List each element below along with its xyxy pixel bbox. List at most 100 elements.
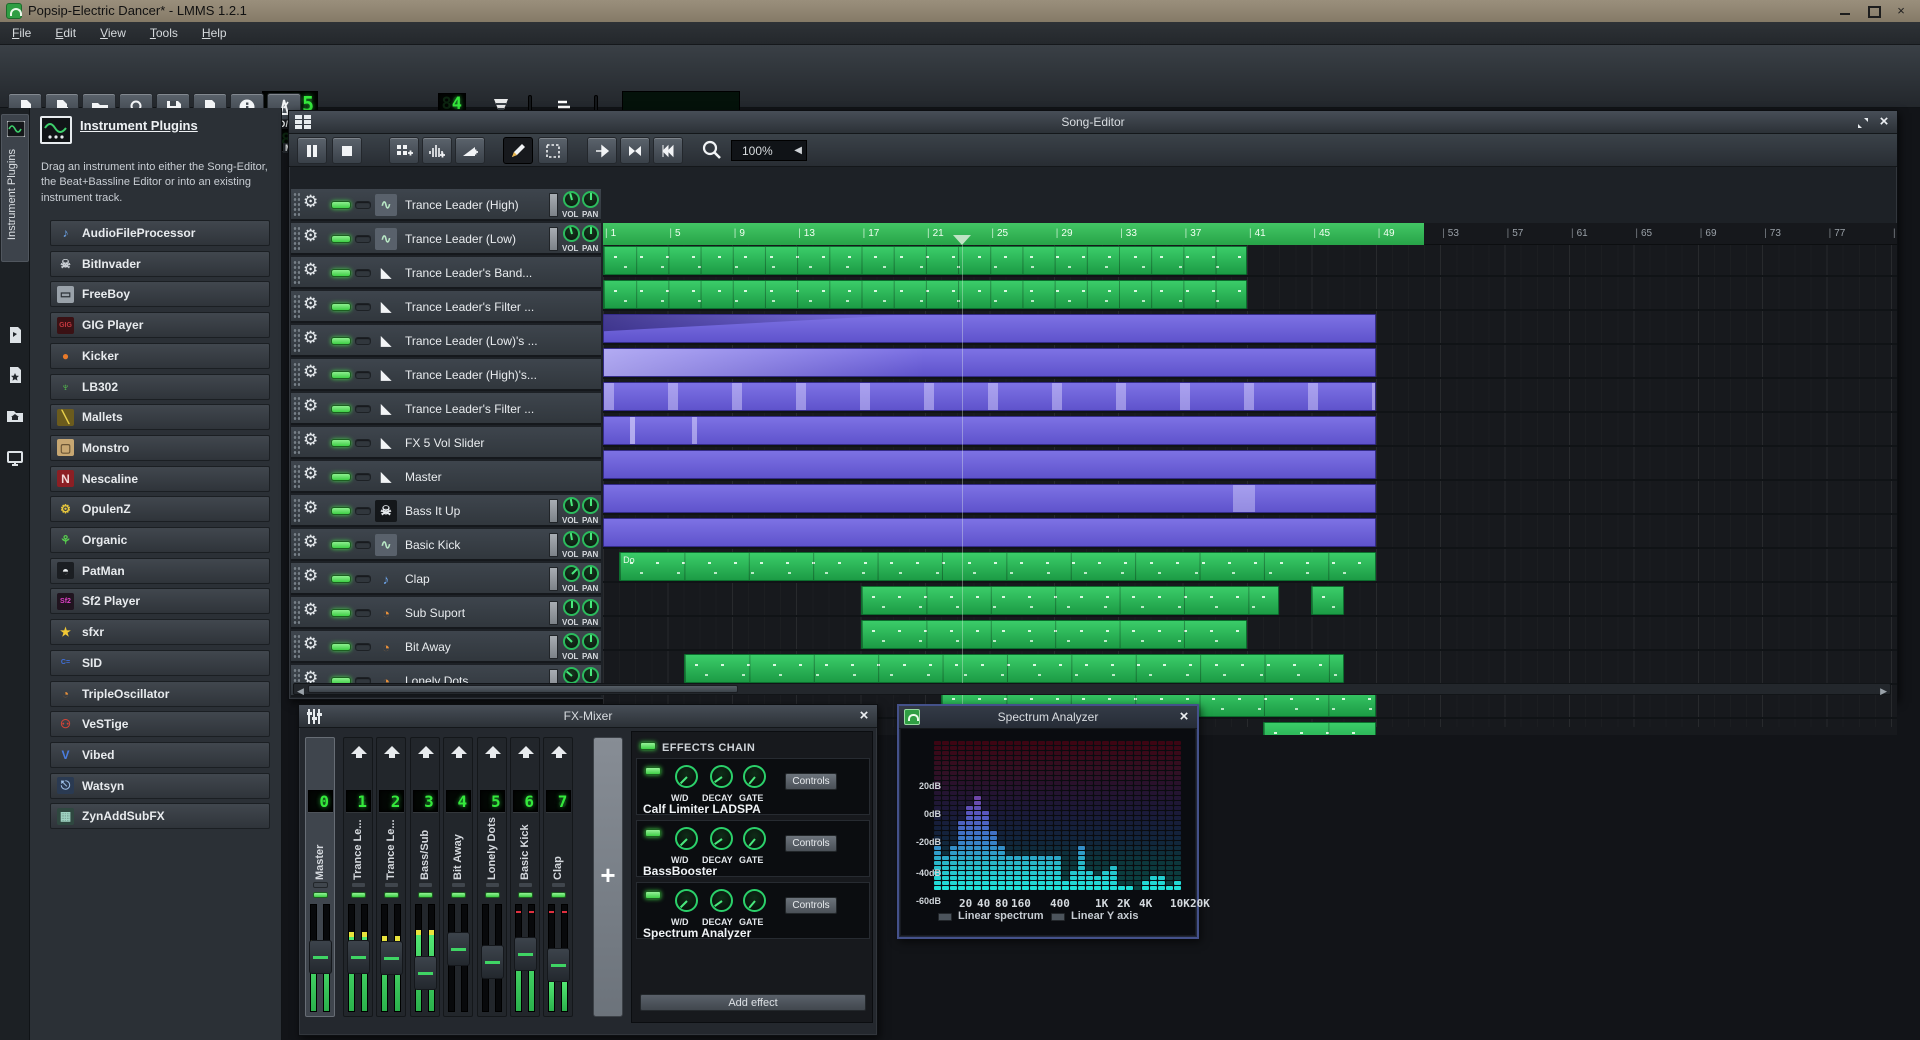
channel-mute-led[interactable] xyxy=(451,882,466,888)
track-header-bit-away[interactable]: ⚙◔Bit AwayVOLPAN xyxy=(291,631,601,663)
track-mute-led[interactable] xyxy=(331,541,351,549)
track-gear-icon[interactable]: ⚙ xyxy=(303,260,318,280)
track-solo-led[interactable] xyxy=(355,541,371,549)
to-end-button[interactable] xyxy=(620,137,650,164)
send-arrow-icon[interactable] xyxy=(518,746,534,754)
track-content-row[interactable] xyxy=(603,653,1897,685)
plugin-item-tripleoscillator[interactable]: ◔TripleOscillator xyxy=(50,681,270,707)
track-fader-handle[interactable] xyxy=(549,499,558,523)
plugin-item-zynaddsubfx[interactable]: ▦ZynAddSubFX xyxy=(50,803,270,829)
track-volume-knob[interactable] xyxy=(563,599,580,616)
computer-icon[interactable] xyxy=(6,450,24,468)
song-editor-close-icon[interactable]: × xyxy=(1875,113,1893,131)
channel-mute-led[interactable] xyxy=(518,882,533,888)
plugin-item-organic[interactable]: ⚘Organic xyxy=(50,527,270,553)
channel-mute-led[interactable] xyxy=(551,882,566,888)
track-content-row[interactable]: Do xyxy=(603,551,1897,583)
channel-mute-led[interactable] xyxy=(418,882,433,888)
minimize-button[interactable] xyxy=(1838,4,1852,18)
track-gear-icon[interactable]: ⚙ xyxy=(303,226,318,246)
spectrum-checkbox[interactable] xyxy=(1051,913,1065,921)
track-grip-handle[interactable] xyxy=(293,498,300,523)
effect-controls-button[interactable]: Controls xyxy=(785,897,837,914)
send-arrow-icon[interactable] xyxy=(551,746,567,754)
close-button[interactable]: × xyxy=(1894,4,1908,18)
track-fader-handle[interactable] xyxy=(549,567,558,591)
pattern-segment[interactable] xyxy=(603,518,1376,547)
channel-active-led[interactable] xyxy=(313,892,328,898)
track-content-row[interactable] xyxy=(603,245,1897,277)
effect-enabled-led[interactable] xyxy=(645,767,661,775)
draw-mode-button[interactable] xyxy=(503,137,533,164)
follow-playback-button[interactable] xyxy=(587,137,617,164)
track-solo-led[interactable] xyxy=(355,303,371,311)
fx-channel-0[interactable]: 80Master xyxy=(305,737,335,1017)
track-solo-led[interactable] xyxy=(355,609,371,617)
track-gear-icon[interactable]: ⚙ xyxy=(303,464,318,484)
track-solo-led[interactable] xyxy=(355,201,371,209)
stop-button[interactable] xyxy=(332,137,362,164)
effect-knob-w-d[interactable] xyxy=(675,827,698,850)
pattern-segment[interactable] xyxy=(603,280,1247,309)
track-solo-led[interactable] xyxy=(355,371,371,379)
track-solo-led[interactable] xyxy=(355,337,371,345)
pattern-segment[interactable] xyxy=(603,382,1376,411)
track-content-row[interactable] xyxy=(603,619,1897,651)
track-content-row[interactable] xyxy=(603,381,1897,413)
fx-channel-5[interactable]: 85Lonely Dots xyxy=(477,737,507,1017)
track-pan-knob[interactable] xyxy=(582,667,599,684)
effect-knob-gate[interactable] xyxy=(743,827,766,850)
pattern-segment[interactable] xyxy=(603,450,1376,479)
effect-knob-decay[interactable] xyxy=(710,889,733,912)
effect-slot-spectrum-analyzer[interactable]: W/DDECAYGATEControlsSpectrum Analyzer xyxy=(636,882,870,939)
track-fader-handle[interactable] xyxy=(549,601,558,625)
spectrum-checkbox[interactable] xyxy=(938,913,952,921)
pattern-segment[interactable] xyxy=(603,348,1376,377)
channel-active-led[interactable] xyxy=(518,892,533,898)
add-effect-button[interactable]: Add effect xyxy=(640,994,866,1011)
channel-mute-led[interactable] xyxy=(313,882,328,888)
plugin-item-lb302[interactable]: ♆LB302 xyxy=(50,374,270,400)
track-grip-handle[interactable] xyxy=(293,328,300,353)
plugin-item-bitinvader[interactable]: ☠BitInvader xyxy=(50,251,270,277)
track-grip-handle[interactable] xyxy=(293,396,300,421)
pattern-segment[interactable] xyxy=(684,654,1344,683)
channel-fader-handle[interactable] xyxy=(447,932,470,966)
track-mute-led[interactable] xyxy=(331,643,351,651)
track-gear-icon[interactable]: ⚙ xyxy=(303,566,318,586)
effect-knob-w-d[interactable] xyxy=(675,889,698,912)
track-mute-led[interactable] xyxy=(331,439,351,447)
track-header-basic-kick[interactable]: ⚙∿Basic KickVOLPAN xyxy=(291,529,601,561)
effect-knob-decay[interactable] xyxy=(710,765,733,788)
track-volume-knob[interactable] xyxy=(563,667,580,684)
plugin-item-opulenz[interactable]: ⚙OpulenZ xyxy=(50,496,270,522)
channel-active-led[interactable] xyxy=(485,892,500,898)
track-pan-knob[interactable] xyxy=(582,633,599,650)
track-gear-icon[interactable]: ⚙ xyxy=(303,634,318,654)
effect-knob-gate[interactable] xyxy=(743,765,766,788)
dropdown-arrow-icon[interactable]: ◀ xyxy=(794,145,802,156)
pattern-segment[interactable] xyxy=(1311,586,1343,615)
track-solo-led[interactable] xyxy=(355,405,371,413)
track-content-row[interactable] xyxy=(603,415,1897,447)
plugin-item-freeboy[interactable]: ▭FreeBoy xyxy=(50,281,270,307)
track-gear-icon[interactable]: ⚙ xyxy=(303,294,318,314)
track-content-row[interactable] xyxy=(603,347,1897,379)
track-header-bass-it-up[interactable]: ⚙☠Bass It UpVOLPAN xyxy=(291,495,601,527)
track-grip-handle[interactable] xyxy=(293,362,300,387)
track-header-clap[interactable]: ⚙♪ClapVOLPAN xyxy=(291,563,601,595)
tab-instrument-plugins[interactable]: Instrument Plugins xyxy=(1,114,29,262)
track-pan-knob[interactable] xyxy=(582,599,599,616)
timeline-ruler[interactable]: |1|5|9|13|17|21|25|29|33|37|41|45|49|53|… xyxy=(603,223,1897,245)
track-fader-handle[interactable] xyxy=(549,635,558,659)
restore-icon[interactable] xyxy=(1857,117,1869,129)
plugin-item-monstro[interactable]: ▢Monstro xyxy=(50,435,270,461)
pattern-segment[interactable] xyxy=(861,620,1247,649)
fx-channel-1[interactable]: 81Trance Le... xyxy=(343,737,373,1017)
track-pan-knob[interactable] xyxy=(582,531,599,548)
effect-slot-bassbooster[interactable]: W/DDECAYGATEControlsBassBooster xyxy=(636,820,870,877)
menu-tools[interactable]: Tools xyxy=(138,22,190,44)
effect-slot-calf-limiter-ladspa[interactable]: W/DDECAYGATEControlsCalf Limiter LADSPA xyxy=(636,758,870,815)
track-mute-led[interactable] xyxy=(331,303,351,311)
track-pan-knob[interactable] xyxy=(582,191,599,208)
